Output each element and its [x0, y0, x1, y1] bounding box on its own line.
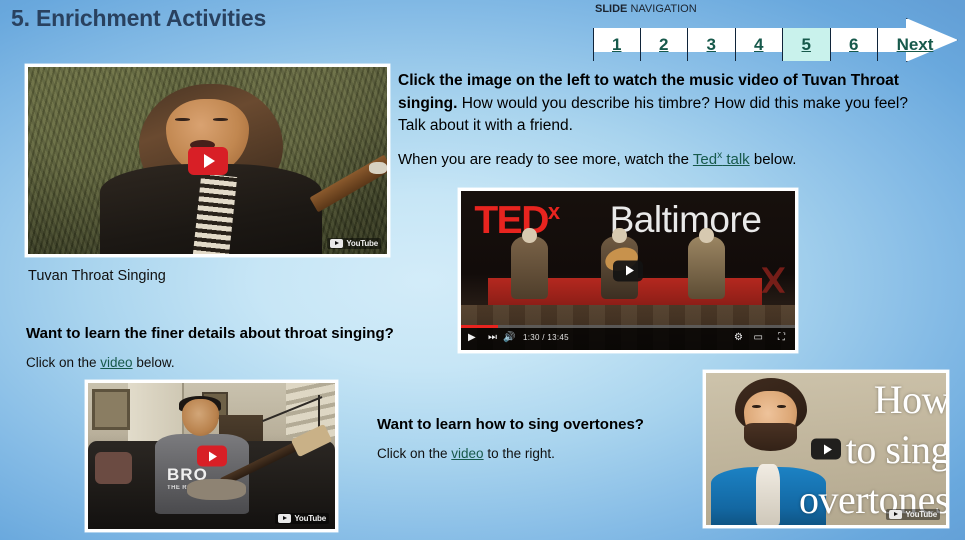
- overtones-title-line1: How: [873, 377, 946, 422]
- tedx-logo-x: x: [547, 198, 560, 224]
- click-video-below-line: Click on the video below.: [26, 355, 175, 370]
- instruction-rest: How would you describe his timbre? How d…: [398, 94, 908, 135]
- youtube-play-icon[interactable]: [811, 438, 841, 460]
- overtones-microphone: [756, 464, 781, 525]
- video-below-link[interactable]: video: [100, 355, 132, 370]
- youtube-watermark-label: YouTube: [294, 514, 326, 523]
- overtones-video-image: How to sing overtones YouTube: [706, 373, 946, 525]
- nav-slide-6[interactable]: 6: [831, 28, 878, 61]
- slide-canvas: 5. Enrichment Activities SLIDE NAVIGATIO…: [0, 0, 965, 540]
- nav-next-button[interactable]: Next: [878, 28, 952, 61]
- couch-pillow: [95, 451, 133, 484]
- instruction-paragraph: Click the image on the left to watch the…: [398, 70, 938, 138]
- nav-slide-2[interactable]: 2: [641, 28, 688, 61]
- overtones-presenter-right-eye: [776, 404, 787, 408]
- theater-mode-icon[interactable]: ▭: [754, 332, 763, 343]
- youtube-play-icon[interactable]: [196, 445, 227, 467]
- tedx-performer-left-head: [522, 227, 537, 244]
- nav-slide-1[interactable]: 1: [593, 28, 641, 61]
- tuvan-igil-head: [369, 162, 387, 174]
- tedx-talk-link[interactable]: Tedx talk: [692, 150, 750, 168]
- overtones-presenter-beard: [744, 423, 798, 451]
- page-title: 5. Enrichment Activities: [11, 5, 267, 31]
- settings-gear-icon[interactable]: ⚙: [734, 332, 743, 343]
- youtube-logo-icon: [330, 239, 344, 248]
- throat-singing-details-video[interactable]: BRO THE ROCK YouTube: [85, 380, 338, 532]
- tedx-city-label: Baltimore: [609, 199, 762, 241]
- click-video-right-line: Click on the video to the right.: [377, 446, 555, 461]
- tedx-performer-right-head: [699, 227, 714, 244]
- youtube-watermark: YouTube: [275, 513, 329, 524]
- youtube-play-icon[interactable]: [187, 146, 228, 175]
- youtube-watermark: YouTube: [327, 238, 381, 249]
- tedx-logo: TEDx: [474, 198, 560, 242]
- slide-navigation-label-bold: SLIDE: [595, 3, 628, 15]
- slide-navigation-label: SLIDE NAVIGATION: [595, 2, 697, 16]
- tuvan-singer-sash: [192, 173, 237, 254]
- click-below-before: Click on the: [26, 355, 101, 370]
- youtube-watermark-label: YouTube: [905, 510, 937, 519]
- tedx-prompt-after: below.: [749, 151, 797, 168]
- nav-cell-group: 1 2 3 4 5 6 Next: [593, 28, 952, 61]
- fullscreen-icon[interactable]: ⛶: [778, 332, 785, 343]
- tedx-link-text: Ted: [692, 151, 718, 168]
- tedx-performer-right: [688, 235, 725, 300]
- bro-face: [181, 399, 219, 436]
- overtones-presenter-left-eye: [751, 404, 762, 408]
- nav-slide-5[interactable]: 5: [783, 28, 831, 61]
- tuvan-video-thumbnail[interactable]: YouTube: [25, 64, 390, 257]
- igil-body: [186, 479, 247, 500]
- click-right-after: to the right.: [483, 446, 555, 461]
- tedx-performer-left: [511, 235, 548, 300]
- wall-picture-left: [91, 388, 130, 430]
- tedx-logo-ted: TED: [474, 198, 549, 242]
- tedx-link-rest: talk: [722, 151, 750, 168]
- overtones-video-thumbnail[interactable]: How to sing overtones YouTube: [703, 370, 949, 528]
- slide-navigation-label-rest: NAVIGATION: [627, 3, 697, 15]
- youtube-watermark-label: YouTube: [346, 239, 378, 248]
- click-right-before: Click on the: [377, 446, 452, 461]
- nav-slide-4[interactable]: 4: [736, 28, 783, 61]
- video-timestamp: 1:30 / 13:45: [523, 333, 569, 342]
- tuvan-video-image: YouTube: [28, 67, 387, 254]
- tedx-prompt-paragraph: When you are ready to see more, watch th…: [398, 146, 943, 170]
- bro-video-image: BRO THE ROCK YouTube: [88, 383, 335, 529]
- tuvan-video-caption: Tuvan Throat Singing: [28, 268, 166, 284]
- overtones-question: Want to learn how to sing overtones?: [377, 416, 644, 433]
- video-control-bar[interactable]: ▶ ⏭ 🔊 1:30 / 13:45 ⚙ ▭ ⛶: [461, 325, 795, 350]
- youtube-logo-icon: [278, 514, 292, 523]
- finer-details-question: Want to learn the finer details about th…: [26, 325, 394, 342]
- youtube-watermark: YouTube: [886, 509, 940, 520]
- tedx-video-player[interactable]: TEDx Baltimore ▶ ⏭ 🔊 1:30 / 13:45 ⚙ ▭ ⛶: [458, 188, 798, 353]
- video-right-link[interactable]: video: [451, 446, 483, 461]
- video-progress-bar[interactable]: [461, 325, 795, 328]
- tedx-prompt-before: When you are ready to see more, watch th…: [398, 151, 693, 168]
- tedx-video-image: TEDx Baltimore ▶ ⏭ 🔊 1:30 / 13:45 ⚙ ▭ ⛶: [461, 191, 795, 350]
- click-below-after: below.: [132, 355, 175, 370]
- next-track-icon[interactable]: ⏭: [488, 332, 497, 344]
- youtube-play-icon[interactable]: [613, 260, 643, 281]
- slide-navigation: SLIDE NAVIGATION 1 2 3 4 5 6 Next: [593, 2, 965, 64]
- nav-slide-3[interactable]: 3: [688, 28, 736, 61]
- volume-icon[interactable]: 🔊: [503, 332, 515, 344]
- youtube-logo-icon: [889, 510, 903, 519]
- play-icon[interactable]: ▶: [468, 332, 476, 344]
